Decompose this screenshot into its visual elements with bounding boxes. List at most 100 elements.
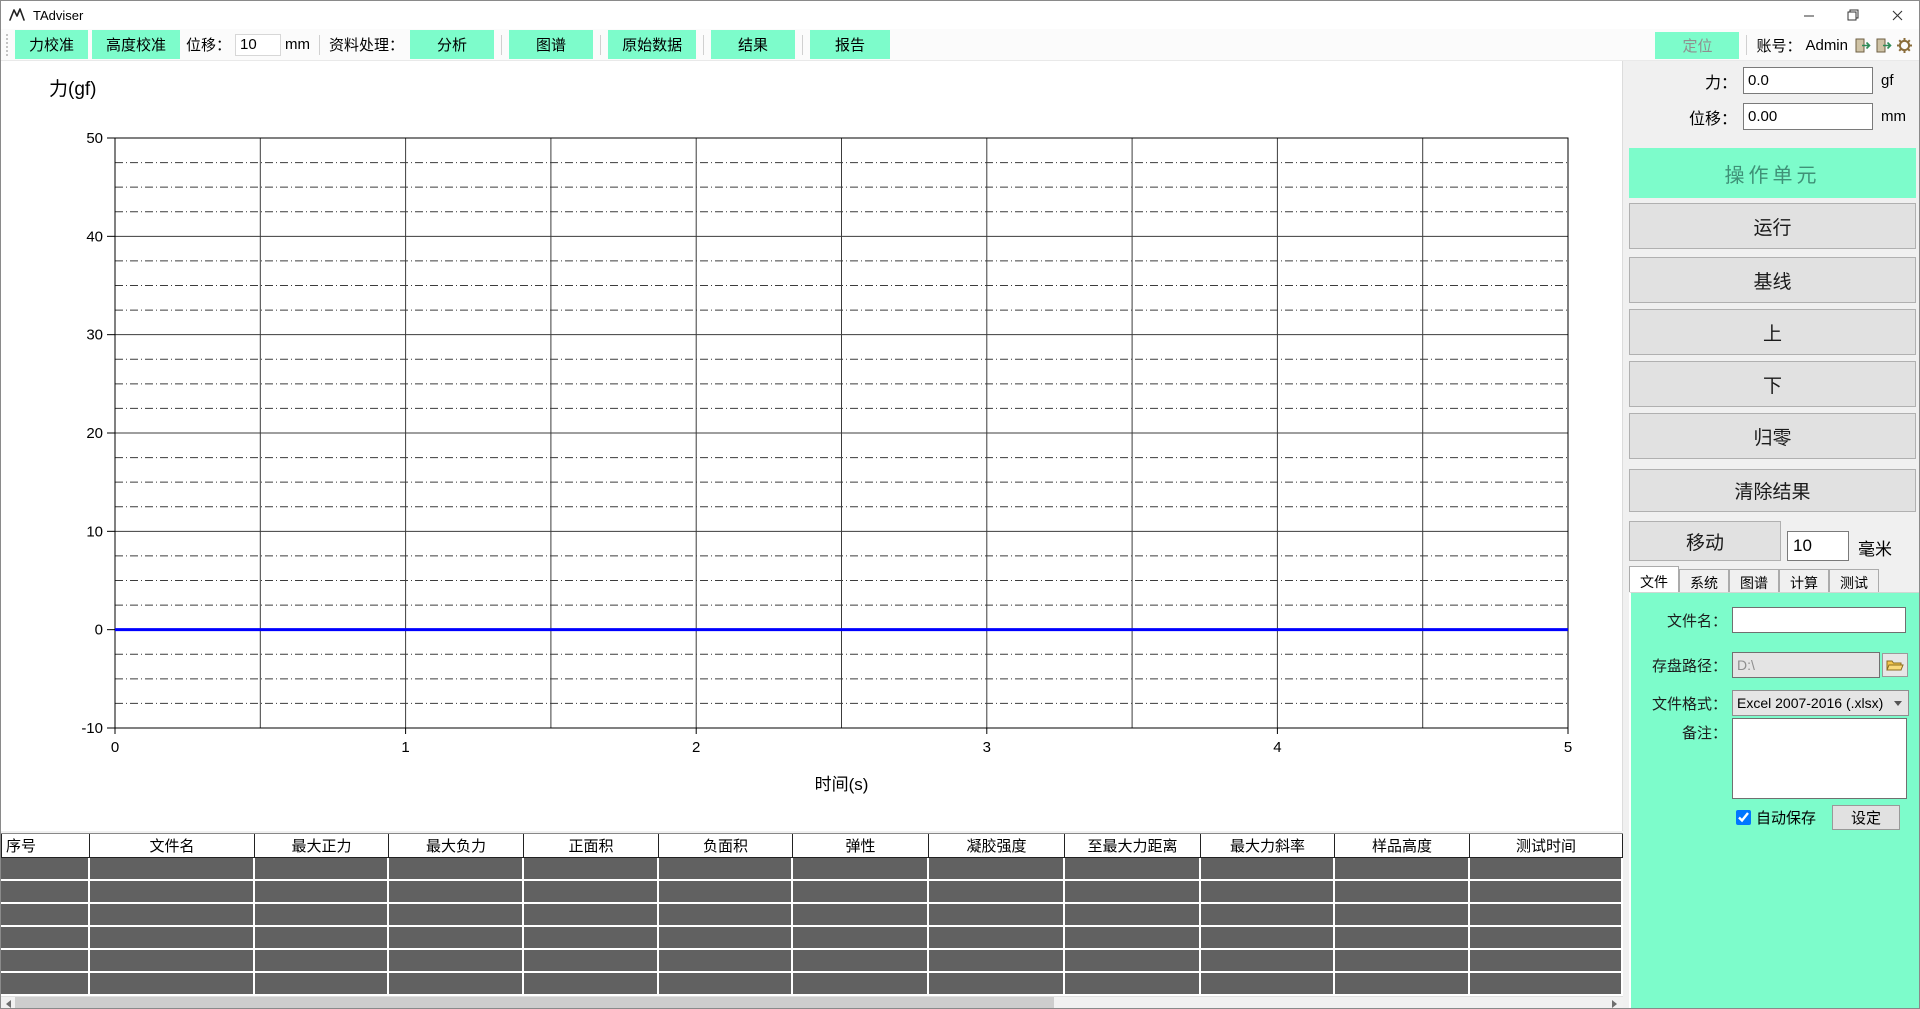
displacement-readout-unit: mm xyxy=(1881,108,1911,125)
svg-text:50: 50 xyxy=(86,130,103,147)
autosave-row: 自动保存 设定 xyxy=(1631,805,1919,830)
move-button[interactable]: 移动 xyxy=(1629,521,1781,561)
table-cell xyxy=(524,904,659,927)
filename-label: 文件名： xyxy=(1631,610,1727,631)
settings-gear-icon[interactable] xyxy=(1896,37,1913,54)
browse-folder-button[interactable] xyxy=(1882,653,1908,677)
table-row[interactable] xyxy=(1,950,1623,973)
raw-data-button[interactable]: 原始数据 xyxy=(608,30,696,59)
toolbar-grip[interactable] xyxy=(6,34,8,56)
filename-input[interactable] xyxy=(1732,607,1906,633)
table-row[interactable] xyxy=(1,881,1623,904)
window-title: TAdviser xyxy=(33,8,83,23)
horizontal-scrollbar[interactable] xyxy=(1,996,1623,1009)
table-row[interactable] xyxy=(1,973,1623,996)
svg-text:30: 30 xyxy=(86,327,103,344)
height-calibrate-button[interactable]: 高度校准 xyxy=(92,30,180,59)
table-cell xyxy=(524,858,659,881)
force-readout-input[interactable] xyxy=(1743,67,1873,94)
login-icon[interactable] xyxy=(1854,37,1871,54)
table-cell xyxy=(1201,904,1335,927)
table-cell xyxy=(1,904,90,927)
table-cell xyxy=(255,904,389,927)
up-button[interactable]: 上 xyxy=(1629,309,1916,355)
table-cell xyxy=(1,858,90,881)
move-unit-label: 毫米 xyxy=(1858,535,1892,560)
tab-1[interactable]: 系统 xyxy=(1679,569,1729,592)
table-row[interactable] xyxy=(1,858,1623,881)
tab-2[interactable]: 图谱 xyxy=(1729,569,1779,592)
positioning-button[interactable]: 定位 xyxy=(1655,32,1739,59)
minimize-button[interactable] xyxy=(1787,1,1831,29)
table-cell xyxy=(1335,904,1470,927)
left-column: 50403020100-10012345力(gf)时间(s) 序号文件名最大正力… xyxy=(1,61,1623,1009)
analysis-button[interactable]: 分析 xyxy=(410,30,494,59)
force-readout-unit: gf xyxy=(1881,72,1911,89)
app-logo-icon xyxy=(9,7,27,23)
logout-icon[interactable] xyxy=(1875,37,1892,54)
tab-3[interactable]: 计算 xyxy=(1779,569,1829,592)
scroll-right-arrow-icon[interactable] xyxy=(1607,997,1621,1009)
table-cell xyxy=(1470,950,1623,973)
table-cell xyxy=(90,858,255,881)
down-button[interactable]: 下 xyxy=(1629,361,1916,407)
file-format-label: 文件格式： xyxy=(1631,693,1727,714)
graph-button[interactable]: 图谱 xyxy=(509,30,593,59)
table-cell xyxy=(389,858,524,881)
table-cell xyxy=(793,881,929,904)
move-distance-input[interactable] xyxy=(1787,531,1849,561)
table-cell xyxy=(1470,881,1623,904)
displacement-input[interactable] xyxy=(235,34,281,56)
file-format-value: Excel 2007-2016 (.xlsx) xyxy=(1737,695,1883,711)
force-readout-row: 力： gf xyxy=(1705,67,1911,94)
table-cell xyxy=(929,858,1065,881)
table-cell xyxy=(929,950,1065,973)
report-button[interactable]: 报告 xyxy=(810,30,890,59)
run-button[interactable]: 运行 xyxy=(1629,203,1916,249)
column-header: 至最大力距离 xyxy=(1065,834,1201,857)
displacement-readout-label: 位移： xyxy=(1689,105,1737,129)
displacement-readout-input[interactable] xyxy=(1743,103,1873,130)
results-table-header: 序号文件名最大正力最大负力正面积负面积弹性凝胶强度至最大力距离最大力斜率样品高度… xyxy=(1,833,1623,858)
tab-4[interactable]: 测试 xyxy=(1829,569,1879,592)
operate-unit-button[interactable]: 操作单元 xyxy=(1629,148,1916,198)
set-button[interactable]: 设定 xyxy=(1832,805,1900,830)
table-cell xyxy=(90,904,255,927)
settings-tabs: 文件系统图谱计算测试 xyxy=(1629,566,1879,592)
table-cell xyxy=(793,950,929,973)
tab-0[interactable]: 文件 xyxy=(1629,566,1679,592)
svg-text:0: 0 xyxy=(95,622,103,639)
autosave-toggle[interactable]: 自动保存 xyxy=(1736,807,1816,828)
table-cell xyxy=(1065,904,1201,927)
remark-textarea[interactable] xyxy=(1732,718,1907,799)
table-row[interactable] xyxy=(1,904,1623,927)
folder-icon xyxy=(1886,658,1904,672)
column-header: 负面积 xyxy=(659,834,793,857)
file-format-select[interactable]: Excel 2007-2016 (.xlsx) xyxy=(1732,690,1909,716)
table-cell xyxy=(1065,881,1201,904)
save-path-label: 存盘路径： xyxy=(1631,655,1727,676)
save-path-input[interactable] xyxy=(1732,652,1880,678)
autosave-checkbox[interactable] xyxy=(1736,810,1751,825)
restore-button[interactable] xyxy=(1831,1,1875,29)
table-row[interactable] xyxy=(1,927,1623,950)
svg-text:-10: -10 xyxy=(81,720,103,737)
svg-text:0: 0 xyxy=(111,739,119,756)
toolbar-separator xyxy=(600,35,601,55)
filename-row: 文件名： xyxy=(1631,607,1919,633)
force-calibrate-button[interactable]: 力校准 xyxy=(15,30,88,59)
results-button[interactable]: 结果 xyxy=(711,30,795,59)
table-cell xyxy=(659,950,793,973)
close-button[interactable] xyxy=(1875,1,1919,29)
remark-row: 备注： xyxy=(1631,718,1919,799)
toolbar-separator xyxy=(802,35,803,55)
scroll-left-arrow-icon[interactable] xyxy=(1,997,15,1009)
table-cell xyxy=(1,950,90,973)
clear-results-button[interactable]: 清除结果 xyxy=(1629,469,1916,512)
zero-button[interactable]: 归零 xyxy=(1629,413,1916,459)
column-header: 正面积 xyxy=(524,834,659,857)
baseline-button[interactable]: 基线 xyxy=(1629,257,1916,303)
scrollbar-thumb[interactable] xyxy=(15,997,1054,1009)
table-cell xyxy=(659,881,793,904)
svg-text:3: 3 xyxy=(983,739,991,756)
